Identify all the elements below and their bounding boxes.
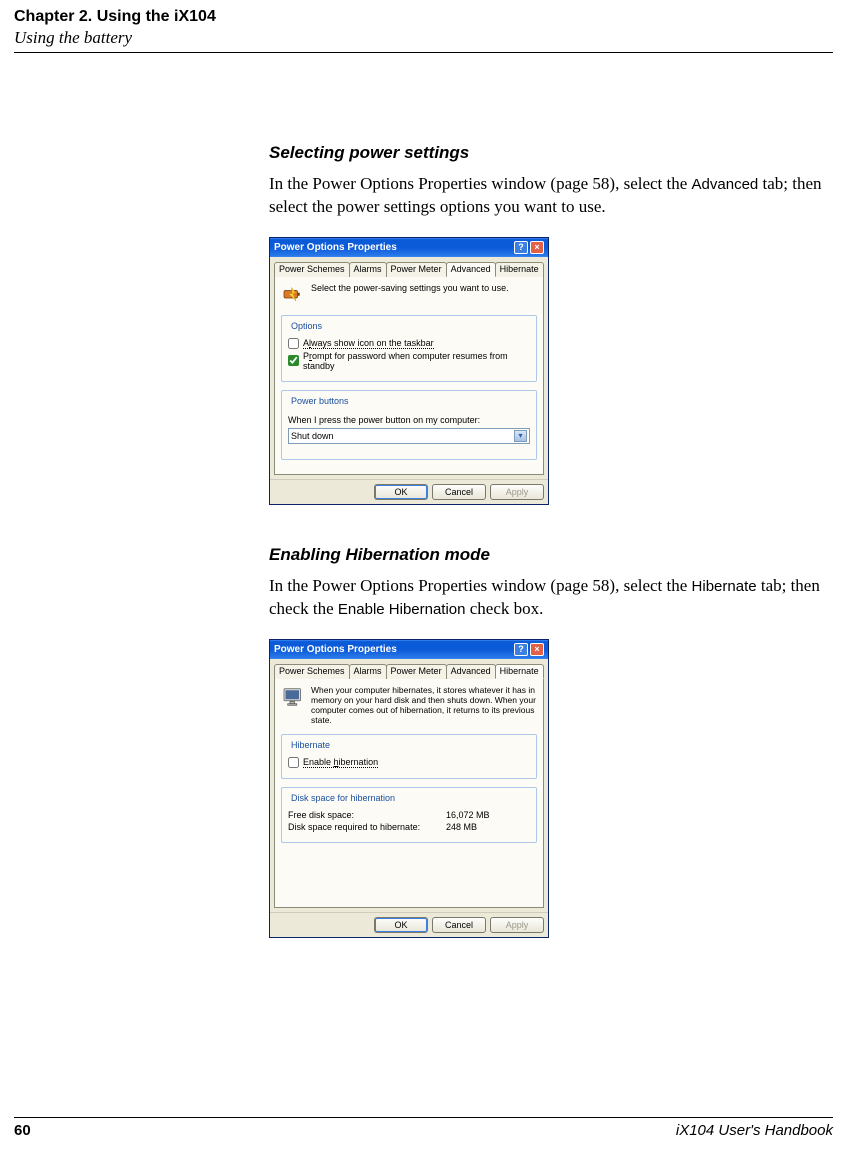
- t: ompt for password when computer resumes …: [303, 351, 508, 371]
- group-hibernate: Hibernate Enable hibernation: [281, 734, 537, 779]
- text: check box.: [466, 599, 544, 618]
- t: Enable: [303, 757, 334, 767]
- window-title: Power Options Properties: [274, 644, 397, 655]
- dialog-footer: OK Cancel Apply: [270, 479, 548, 504]
- tab-panel-hibernate: When your computer hibernates, it stores…: [274, 678, 544, 908]
- dialog-description: Select the power-saving settings you wan…: [311, 283, 509, 293]
- dialog-power-options-advanced: Power Options Properties ? × Power Schem…: [269, 237, 549, 505]
- footer-rule: [14, 1117, 833, 1118]
- close-button[interactable]: ×: [530, 241, 544, 254]
- para-enabling-hibernation: In the Power Options Properties window (…: [269, 575, 823, 621]
- titlebar[interactable]: Power Options Properties ? ×: [270, 640, 548, 659]
- book-title: iX104 User's Handbook: [676, 1122, 833, 1139]
- tab-power-meter[interactable]: Power Meter: [386, 664, 447, 679]
- group-title-hibernate: Hibernate: [288, 740, 333, 750]
- chevron-down-icon: ▾: [514, 430, 527, 442]
- group-title-power-buttons: Power buttons: [288, 396, 352, 406]
- chapter-title: Chapter 2. Using the iX104: [14, 8, 833, 26]
- tab-row: Power Schemes Alarms Power Meter Advance…: [270, 659, 548, 678]
- label-required-disk: Disk space required to hibernate:: [288, 822, 428, 832]
- tab-hibernate[interactable]: Hibernate: [495, 664, 544, 679]
- titlebar[interactable]: Power Options Properties ? ×: [270, 238, 548, 257]
- text-advanced: Advanced: [692, 176, 759, 193]
- heading-selecting-power: Selecting power settings: [269, 143, 823, 163]
- tab-advanced[interactable]: Advanced: [446, 262, 496, 277]
- tab-power-meter[interactable]: Power Meter: [386, 262, 447, 277]
- battery-icon: [281, 283, 305, 307]
- para-selecting-power: In the Power Options Properties window (…: [269, 173, 823, 219]
- select-value: Shut down: [291, 431, 334, 441]
- help-button[interactable]: ?: [514, 643, 528, 656]
- text-hibernate: Hibernate: [692, 578, 757, 595]
- tab-power-schemes[interactable]: Power Schemes: [274, 664, 350, 679]
- dialog-footer: OK Cancel Apply: [270, 912, 548, 937]
- checkbox-show-icon[interactable]: Always show icon on the taskbar: [288, 338, 530, 349]
- tab-panel-advanced: Select the power-saving settings you wan…: [274, 276, 544, 475]
- help-button[interactable]: ?: [514, 241, 528, 254]
- page-number: 60: [14, 1122, 31, 1139]
- t: ibernation: [339, 757, 379, 767]
- apply-button[interactable]: Apply: [490, 917, 544, 933]
- close-button[interactable]: ×: [530, 643, 544, 656]
- tab-hibernate[interactable]: Hibernate: [495, 262, 544, 277]
- text: In the Power Options Properties window (…: [269, 576, 692, 595]
- cancel-button[interactable]: Cancel: [432, 917, 486, 933]
- tab-power-schemes[interactable]: Power Schemes: [274, 262, 350, 277]
- dialog-description: When your computer hibernates, it stores…: [311, 685, 537, 726]
- monitor-icon: [281, 685, 305, 709]
- label-free-disk: Free disk space:: [288, 810, 428, 820]
- cancel-button[interactable]: Cancel: [432, 484, 486, 500]
- page-footer: 60 iX104 User's Handbook: [14, 1115, 833, 1139]
- text-enable-hibernation: Enable Hibernation: [338, 601, 466, 618]
- group-disk-space: Disk space for hibernation Free disk spa…: [281, 787, 537, 843]
- select-power-button-action[interactable]: Shut down ▾: [288, 428, 530, 444]
- window-title: Power Options Properties: [274, 242, 397, 253]
- value-required-disk: 248 MB: [446, 822, 477, 832]
- tab-row: Power Schemes Alarms Power Meter Advance…: [270, 257, 548, 276]
- t: ways show icon on the taskbar: [311, 338, 434, 348]
- tab-alarms[interactable]: Alarms: [349, 664, 387, 679]
- dialog-power-options-hibernate: Power Options Properties ? × Power Schem…: [269, 639, 549, 938]
- checkbox-enable-hibernation[interactable]: Enable hibernation: [288, 757, 530, 768]
- tab-alarms[interactable]: Alarms: [349, 262, 387, 277]
- value-free-disk: 16,072 MB: [446, 810, 490, 820]
- label-power-button: When I press the power button on my comp…: [288, 415, 530, 425]
- tab-advanced[interactable]: Advanced: [446, 664, 496, 679]
- ok-button[interactable]: OK: [374, 484, 428, 500]
- text: In the Power Options Properties window (…: [269, 174, 692, 193]
- group-title-disk-space: Disk space for hibernation: [288, 793, 398, 803]
- ok-button[interactable]: OK: [374, 917, 428, 933]
- group-title-options: Options: [288, 321, 325, 331]
- apply-button[interactable]: Apply: [490, 484, 544, 500]
- heading-enabling-hibernation: Enabling Hibernation mode: [269, 545, 823, 565]
- group-options: Options Always show icon on the taskbar …: [281, 315, 537, 382]
- section-subtitle: Using the battery: [14, 28, 833, 48]
- group-power-buttons: Power buttons When I press the power but…: [281, 390, 537, 460]
- checkbox-prompt-password[interactable]: Prompt for password when computer resume…: [288, 351, 530, 371]
